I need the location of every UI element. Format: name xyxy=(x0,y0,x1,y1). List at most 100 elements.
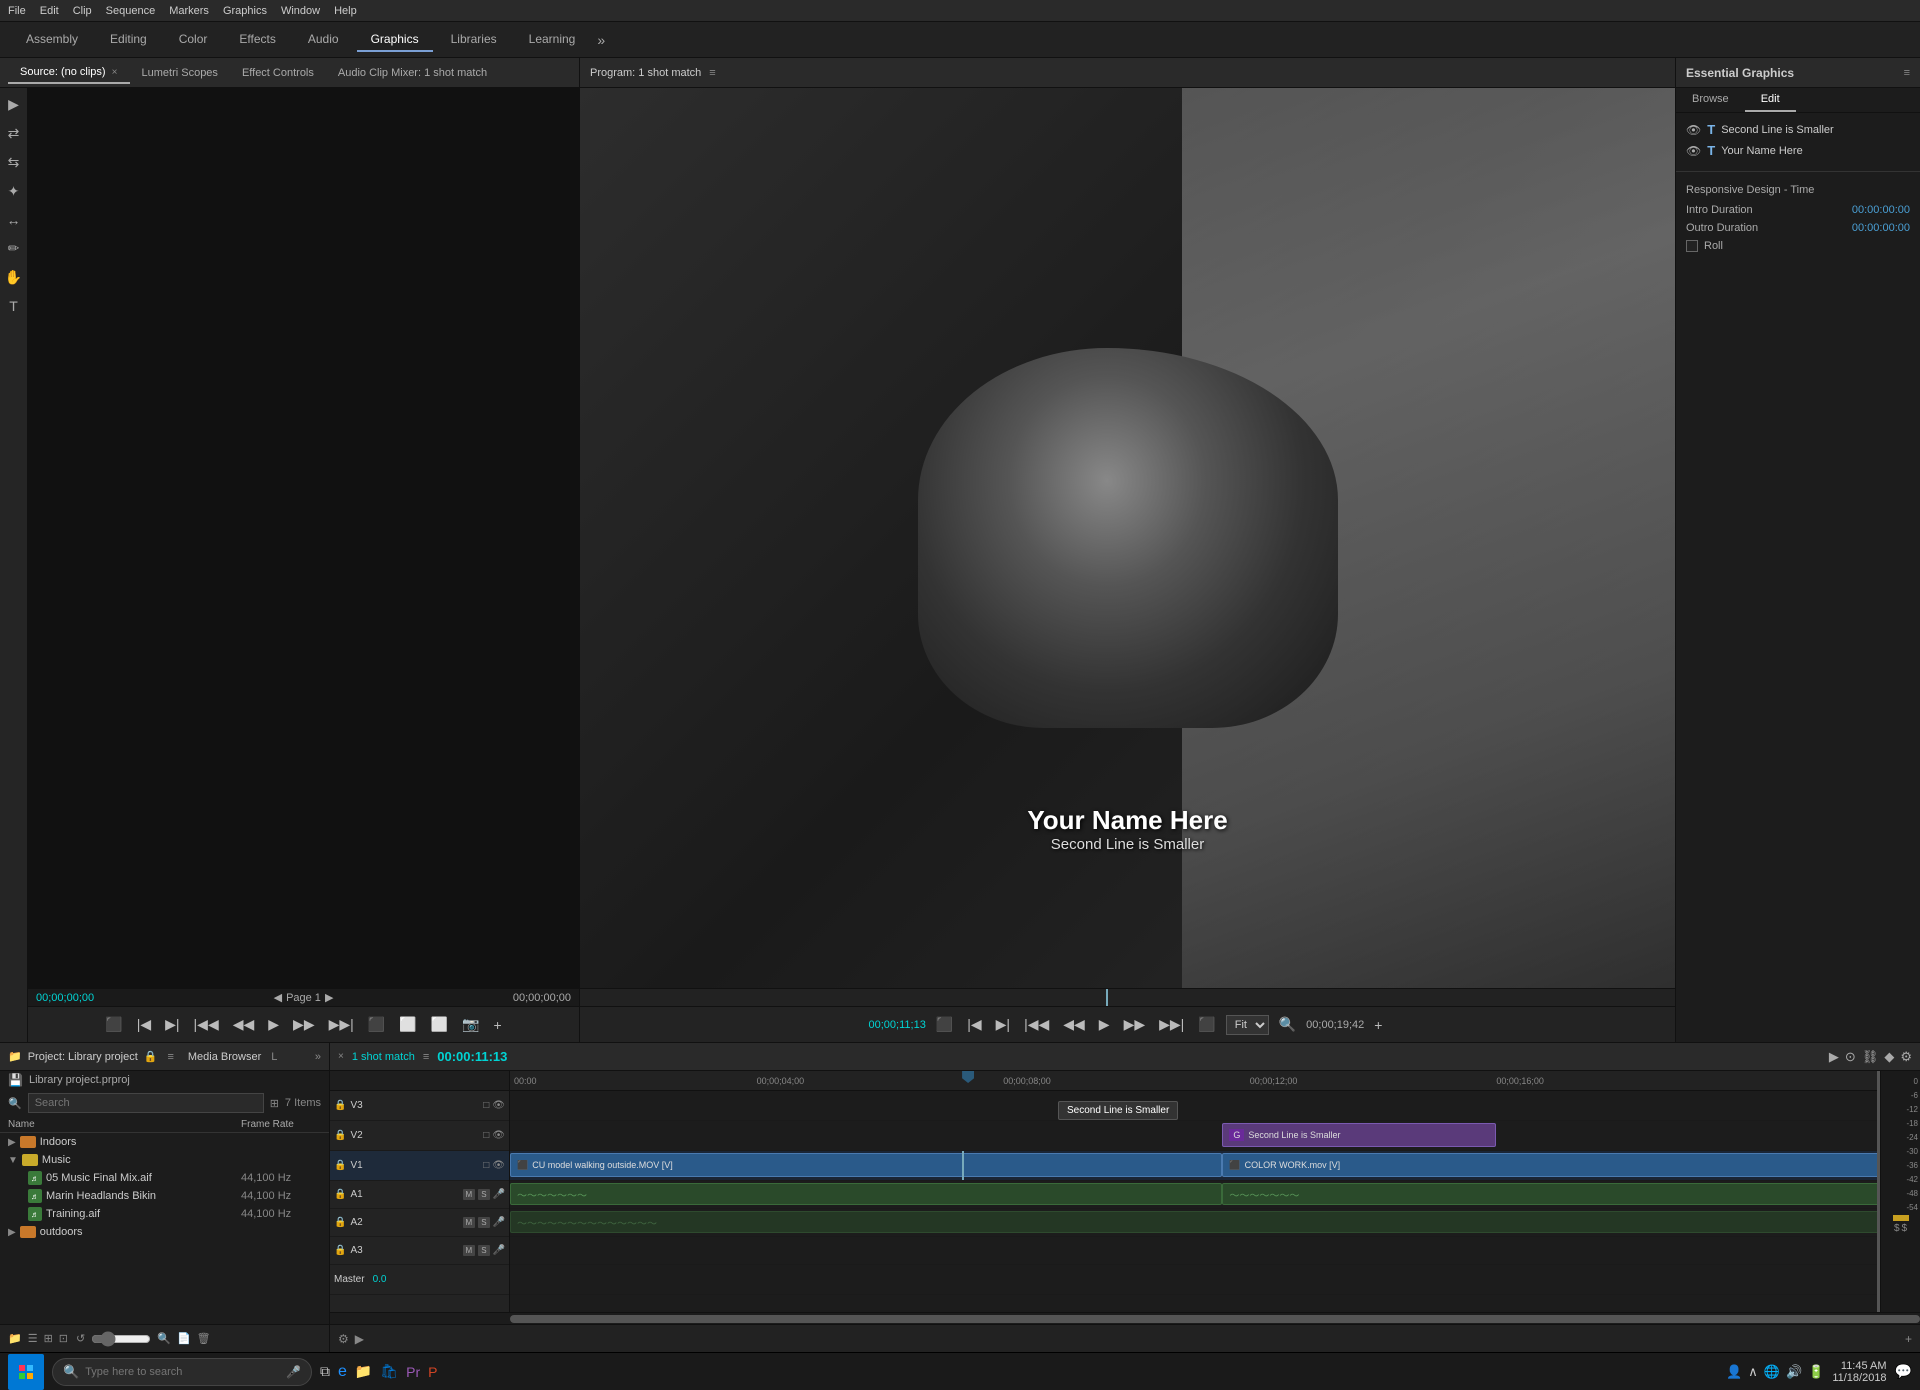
folder-music[interactable]: ▼ Music xyxy=(0,1151,329,1169)
folder-outdoors[interactable]: ▶ outdoors xyxy=(0,1223,329,1241)
track-a1-area[interactable]: 〜〜〜〜〜〜〜 〜〜〜〜〜〜〜 xyxy=(510,1181,1880,1209)
track-v2-source[interactable]: □ xyxy=(483,1130,489,1141)
track-a3-solo[interactable]: S xyxy=(478,1245,489,1256)
workspace-more-button[interactable]: » xyxy=(597,32,605,48)
project-view-toggle[interactable]: ⊞ xyxy=(270,1097,279,1110)
track-a1-lock[interactable]: 🔒 xyxy=(334,1189,346,1200)
tool-hand[interactable]: ✋ xyxy=(3,267,24,288)
proj-delete[interactable]: 🗑 xyxy=(197,1332,211,1345)
fit-dropdown[interactable]: Fit xyxy=(1226,1015,1269,1035)
eg-layer-second-line[interactable]: 👁 T Second Line is Smaller xyxy=(1676,119,1920,140)
menu-sequence[interactable]: Sequence xyxy=(106,5,156,17)
prog-play-back[interactable]: ◀◀ xyxy=(1059,1014,1089,1035)
eg-tab-edit[interactable]: Edit xyxy=(1745,88,1796,112)
track-v3-area[interactable] xyxy=(510,1091,1880,1121)
source-page-next[interactable]: ▶ xyxy=(325,991,333,1004)
prog-back-5[interactable]: |◀◀ xyxy=(1020,1014,1053,1035)
taskbar-premiere-icon[interactable]: Pr xyxy=(406,1364,420,1380)
tool-ripple[interactable]: ⇄ xyxy=(6,123,22,144)
prog-play[interactable]: ▶ xyxy=(1095,1014,1114,1035)
timeline-scroll-thumb[interactable] xyxy=(510,1315,1920,1323)
folder-indoors[interactable]: ▶ Indoors xyxy=(0,1133,329,1151)
menu-graphics[interactable]: Graphics xyxy=(223,5,267,17)
taskbar-file-icon[interactable]: 📁 xyxy=(355,1363,372,1380)
track-a1-mute[interactable]: M xyxy=(463,1189,476,1200)
menu-help[interactable]: Help xyxy=(334,5,357,17)
menu-clip[interactable]: Clip xyxy=(73,5,92,17)
taskbar-powerpoint-icon[interactable]: P xyxy=(428,1364,437,1380)
source-play[interactable]: ▶ xyxy=(264,1014,283,1035)
proj-list-view[interactable]: ☰ xyxy=(28,1332,38,1345)
clip-a2[interactable]: 〜〜〜〜〜〜〜〜〜〜〜〜〜〜 xyxy=(510,1211,1880,1233)
prog-next-frame[interactable]: ▶| xyxy=(992,1014,1014,1035)
tl-btn-play[interactable]: ▶ xyxy=(355,1332,364,1346)
col-framerate-header[interactable]: Frame Rate xyxy=(241,1119,321,1130)
taskbar-people-icon[interactable]: 👤 xyxy=(1726,1364,1742,1380)
clip-v1-first[interactable]: ⬛ CU model walking outside.MOV [V] xyxy=(510,1153,1222,1177)
taskbar-volume-icon[interactable]: 🔊 xyxy=(1786,1364,1802,1380)
timeline-close[interactable]: × xyxy=(338,1051,344,1062)
tab-learning[interactable]: Learning xyxy=(515,28,590,52)
track-v2-eye[interactable]: 👁 xyxy=(492,1130,505,1141)
source-prev-frame[interactable]: |◀ xyxy=(133,1014,155,1035)
proj-zoom-slider[interactable] xyxy=(91,1331,151,1347)
source-overwrite[interactable]: ⬜ xyxy=(427,1014,452,1035)
tool-rolling[interactable]: ⇆ xyxy=(6,152,22,173)
tool-select[interactable]: ▶ xyxy=(6,94,21,115)
project-search-input[interactable] xyxy=(28,1093,264,1113)
track-a2-mute[interactable]: M xyxy=(463,1217,476,1228)
prog-magnify[interactable]: 🔍 xyxy=(1275,1014,1300,1035)
tab-audio[interactable]: Audio xyxy=(294,28,353,52)
tab-libraries[interactable]: Libraries xyxy=(437,28,511,52)
proj-new-bin[interactable]: 📁 xyxy=(8,1332,22,1345)
tool-pen[interactable]: ✦ xyxy=(6,181,22,202)
level-meter-btn1[interactable]: $ xyxy=(1894,1223,1900,1234)
taskbar-mic-icon[interactable]: 🎤 xyxy=(286,1365,301,1379)
tab-lumetri-scopes[interactable]: Lumetri Scopes xyxy=(130,63,230,83)
tab-color[interactable]: Color xyxy=(165,28,222,52)
tool-slip[interactable]: ↔ xyxy=(5,210,23,230)
tl-tool-select[interactable]: ▶ xyxy=(1829,1049,1839,1065)
media-browser-label[interactable]: Media Browser xyxy=(188,1051,261,1063)
menu-file[interactable]: File xyxy=(8,5,26,17)
col-name-header[interactable]: Name xyxy=(8,1119,241,1130)
source-fwd-5[interactable]: ▶▶| xyxy=(325,1014,358,1035)
taskbar-network-icon[interactable]: 🌐 xyxy=(1764,1364,1780,1380)
taskbar-search-input[interactable] xyxy=(85,1366,280,1378)
timeline-menu-icon[interactable]: ≡ xyxy=(423,1051,429,1063)
tab-effects[interactable]: Effects xyxy=(225,28,289,52)
prog-fwd-5[interactable]: ▶▶| xyxy=(1155,1014,1188,1035)
taskbar-action-center[interactable]: 💬 xyxy=(1895,1363,1912,1380)
timeline-scroll-area[interactable] xyxy=(330,1312,1920,1324)
track-v1-eye[interactable]: 👁 xyxy=(492,1160,505,1171)
tl-btn-zoom-in[interactable]: + xyxy=(1905,1332,1912,1346)
menu-markers[interactable]: Markers xyxy=(169,5,209,17)
prog-mark-out[interactable]: ⬛ xyxy=(1194,1014,1219,1035)
menu-window[interactable]: Window xyxy=(281,5,320,17)
eg-layer-visibility-1[interactable]: 👁 xyxy=(1686,123,1701,137)
tl-tool-link[interactable]: ⛓ xyxy=(1862,1049,1879,1065)
taskbar-task-view[interactable]: ⧉ xyxy=(320,1363,330,1380)
eg-layer-visibility-2[interactable]: 👁 xyxy=(1686,144,1701,158)
program-monitor-menu[interactable]: ≡ xyxy=(709,67,715,79)
track-a2-solo[interactable]: S xyxy=(478,1217,489,1228)
media-browser-toggle[interactable]: L xyxy=(271,1051,277,1063)
tl-tool-settings[interactable]: ⚙ xyxy=(1900,1049,1912,1065)
prog-add[interactable]: + xyxy=(1370,1015,1386,1035)
proj-grid-view[interactable]: ⊞ xyxy=(44,1332,53,1345)
taskbar-ie-icon[interactable]: e xyxy=(338,1363,347,1381)
start-button[interactable] xyxy=(8,1354,44,1390)
proj-autoscroll[interactable]: ↺ xyxy=(76,1332,85,1345)
level-meter-btn2[interactable]: $ xyxy=(1902,1223,1908,1234)
track-a2-lock[interactable]: 🔒 xyxy=(334,1217,346,1228)
source-play-back[interactable]: ◀◀ xyxy=(229,1014,259,1035)
track-v3-eye[interactable]: 👁 xyxy=(492,1100,505,1111)
tool-text[interactable]: T xyxy=(7,296,20,316)
source-add[interactable]: + xyxy=(490,1015,506,1035)
prog-play-fwd[interactable]: ▶▶ xyxy=(1120,1014,1150,1035)
source-next-frame[interactable]: ▶| xyxy=(161,1014,183,1035)
source-mark-out[interactable]: ⬛ xyxy=(364,1014,389,1035)
eg-intro-value[interactable]: 00:00:00:00 xyxy=(1852,204,1910,216)
source-play-fwd[interactable]: ▶▶ xyxy=(289,1014,319,1035)
tab-source-clips[interactable]: Source: (no clips) × xyxy=(8,62,130,84)
